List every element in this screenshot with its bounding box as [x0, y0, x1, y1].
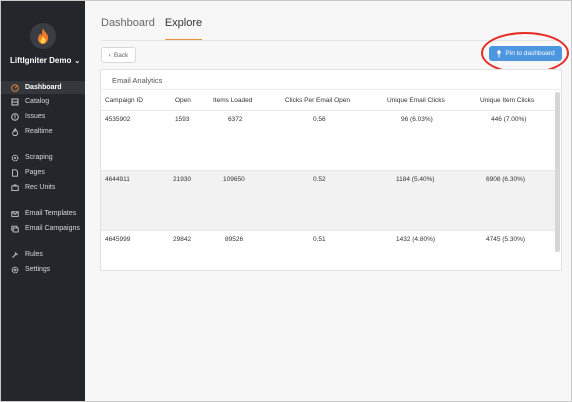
pages-icon: [11, 168, 19, 177]
table-cell: 0.51: [313, 236, 326, 243]
tab-dashboard[interactable]: Dashboard: [101, 17, 155, 41]
sidebar-item-email-templates[interactable]: Email Templates: [1, 207, 85, 220]
sidebar-item-issues[interactable]: Issues: [1, 110, 85, 123]
sidebar-item-label: Dashboard: [25, 84, 62, 91]
annotation-circle: [481, 32, 569, 74]
table-cell: 6372: [228, 116, 243, 123]
org-name: LiftIgniter Demo: [10, 56, 72, 65]
table-row[interactable]: 4644911 21930 109650 0.52 1184 (5.40%) 6…: [101, 170, 556, 230]
sidebar-item-catalog[interactable]: Catalog: [1, 95, 85, 108]
table-cell: 0.52: [313, 176, 326, 183]
table-cell: 4535902: [105, 116, 131, 123]
sidebar-item-realtime[interactable]: Realtime: [1, 125, 85, 138]
chevron-left-icon: ‹: [108, 51, 111, 59]
sidebar-item-label: Email Templates: [25, 210, 77, 217]
sidebar: LiftIgniter Demo ⌄ Dashboard Catalog Issu…: [1, 1, 85, 401]
sidebar-item-label: Pages: [25, 169, 45, 176]
sidebar-item-label: Rules: [25, 251, 43, 258]
table-row[interactable]: 4535902 1593 6372 0.56 96 (6.03%) 446 (7…: [101, 110, 556, 170]
envelope-icon: [11, 210, 19, 218]
column-header: Items Loaded: [213, 97, 253, 104]
rules-icon: [11, 251, 19, 259]
tab-bar: Dashboard Explore: [101, 17, 212, 41]
sidebar-item-rec-units[interactable]: Rec Units: [1, 181, 85, 194]
table-cell: 1184 (5.40%): [396, 176, 435, 183]
table-cell: 4745 (5.30%): [486, 236, 526, 243]
table-header: Campaign ID Open Items Loaded Clicks Per…: [101, 94, 556, 108]
column-header: Open: [175, 97, 191, 104]
card-divider: [101, 89, 561, 90]
column-header: Unique Email Clicks: [387, 97, 445, 104]
main-content: Dashboard Explore ‹ Back Pin to dashboar…: [85, 1, 571, 401]
table-cell: 4644911: [105, 176, 130, 183]
gauge-icon: [11, 83, 19, 92]
settings-icon: [11, 266, 19, 274]
sidebar-item-pages[interactable]: Pages: [1, 166, 85, 179]
sidebar-item-email-campaigns[interactable]: Email Campaigns: [1, 222, 85, 235]
back-button[interactable]: ‹ Back: [101, 47, 136, 63]
campaigns-icon: [11, 225, 19, 233]
sidebar-item-label: Settings: [25, 266, 51, 273]
flame-icon: [11, 127, 19, 136]
table-cell: 0.56: [313, 116, 326, 123]
sidebar-item-label: Issues: [25, 113, 46, 120]
table-cell: 446 (7.00%): [491, 116, 527, 123]
gear-icon: [11, 154, 19, 162]
sidebar-item-scraping[interactable]: Scraping: [1, 151, 85, 164]
back-label: Back: [113, 51, 129, 59]
sidebar-item-rules[interactable]: Rules: [1, 248, 85, 261]
column-header: Campaign ID: [105, 97, 143, 104]
table-cell: 21930: [173, 176, 192, 183]
sidebar-item-dashboard[interactable]: Dashboard: [1, 81, 85, 94]
table-cell: 1432 (4.80%): [396, 236, 436, 243]
table-cell: 109650: [223, 176, 245, 183]
sidebar-item-label: Rec Units: [25, 184, 56, 191]
table-cell: 96 (6.03%): [401, 116, 433, 123]
chevron-down-icon: ⌄: [74, 58, 81, 65]
org-switcher[interactable]: LiftIgniter Demo ⌄: [10, 56, 80, 65]
sidebar-item-label: Email Campaigns: [25, 225, 80, 232]
table-cell: 29842: [173, 236, 192, 243]
sidebar-item-settings[interactable]: Settings: [1, 263, 85, 276]
email-analytics-card: Email Analytics Campaign ID Open Items L…: [100, 69, 562, 271]
app-window: LiftIgniter Demo ⌄ Dashboard Catalog Issu…: [0, 0, 572, 402]
sidebar-item-label: Realtime: [25, 128, 53, 135]
sidebar-item-label: Catalog: [25, 98, 50, 105]
table-cell: 4645999: [105, 236, 131, 243]
card-title: Email Analytics: [112, 76, 163, 85]
table-cell: 89526: [225, 236, 244, 243]
flame-logo-icon[interactable]: [30, 23, 56, 49]
catalog-icon: [11, 98, 19, 106]
sidebar-item-label: Scraping: [25, 154, 53, 161]
alert-icon: [11, 112, 19, 121]
column-header: Clicks Per Email Open: [285, 97, 351, 104]
table-cell: 1593: [175, 116, 190, 123]
table-cell: 6908 (6.30%): [486, 176, 526, 183]
units-icon: [11, 184, 19, 192]
table-row[interactable]: 4645999 29842 89526 0.51 1432 (4.80%) 47…: [101, 230, 556, 270]
column-header: Unique Item Clicks: [480, 97, 535, 104]
vertical-scrollbar[interactable]: [555, 92, 560, 252]
tab-explore[interactable]: Explore: [164, 17, 203, 41]
